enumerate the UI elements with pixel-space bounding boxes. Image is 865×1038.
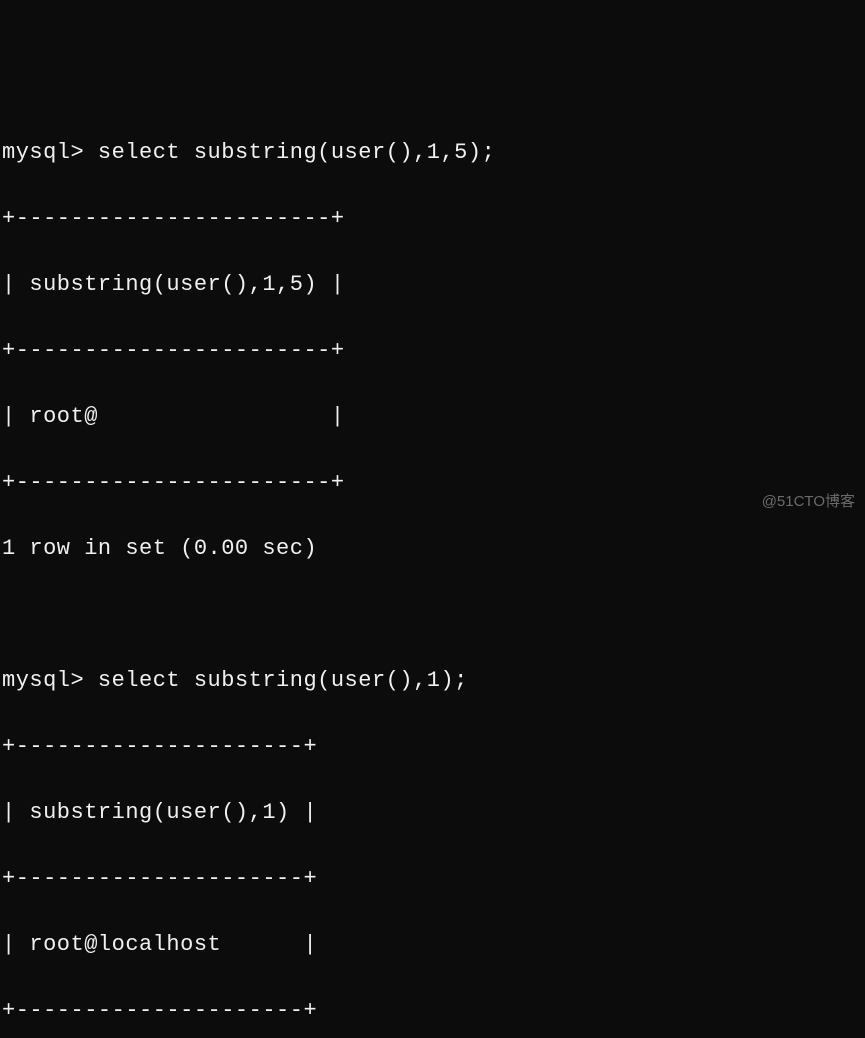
sql-command-1: select substring(user(),1,5); bbox=[98, 140, 495, 165]
table-row-1: | root@ | bbox=[2, 400, 863, 433]
table-row-2: | root@localhost | bbox=[2, 928, 863, 961]
table-header-1: | substring(user(),1,5) | bbox=[2, 268, 863, 301]
table-border-bottom-1: +-----------------------+ bbox=[2, 466, 863, 499]
mysql-prompt: mysql> bbox=[2, 140, 84, 165]
watermark: @51CTO博客 bbox=[762, 491, 855, 514]
table-header-2: | substring(user(),1) | bbox=[2, 796, 863, 829]
table-border-top-2: +---------------------+ bbox=[2, 730, 863, 763]
sql-command-2: select substring(user(),1); bbox=[98, 668, 468, 693]
blank-line bbox=[2, 598, 863, 631]
status-line-1: 1 row in set (0.00 sec) bbox=[2, 532, 863, 565]
table-border-top-1: +-----------------------+ bbox=[2, 202, 863, 235]
table-border-bottom-2: +---------------------+ bbox=[2, 994, 863, 1027]
prompt-line-1[interactable]: mysql> select substring(user(),1,5); bbox=[2, 136, 863, 169]
table-border-mid-2: +---------------------+ bbox=[2, 862, 863, 895]
prompt-line-2[interactable]: mysql> select substring(user(),1); bbox=[2, 664, 863, 697]
table-border-mid-1: +-----------------------+ bbox=[2, 334, 863, 367]
mysql-prompt: mysql> bbox=[2, 668, 84, 693]
